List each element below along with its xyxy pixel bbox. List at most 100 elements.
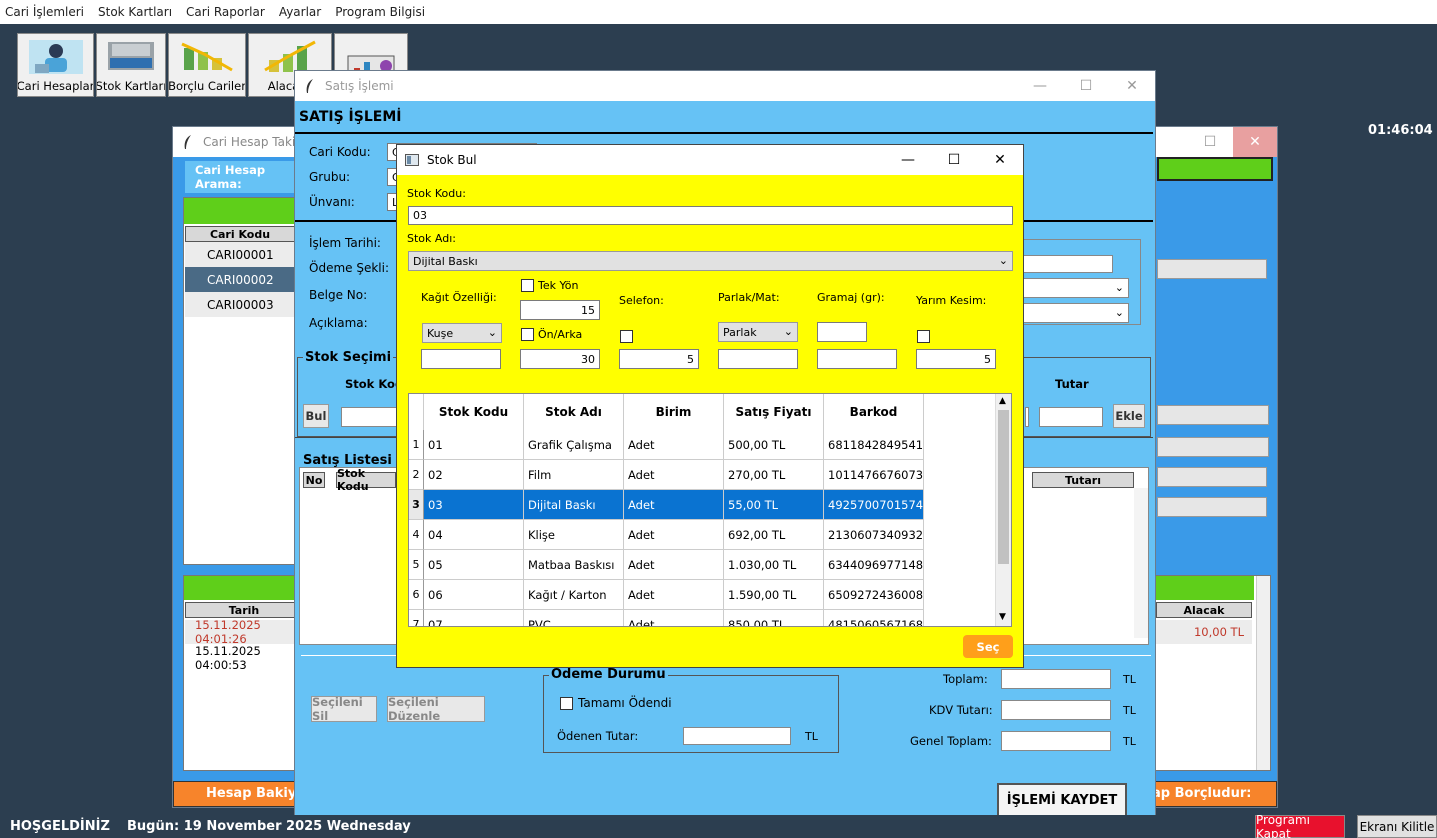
satis-close-button[interactable]: ✕ bbox=[1109, 71, 1155, 101]
stok-bul-maximize-button[interactable]: ☐ bbox=[931, 145, 977, 175]
cari-field-3[interactable] bbox=[1157, 437, 1269, 457]
menu-cari-islemleri[interactable]: Cari İşlemleri bbox=[5, 5, 84, 19]
cari-window-title: Cari Hesap Takip bbox=[203, 135, 303, 149]
parlak-value: Parlak bbox=[723, 325, 757, 339]
balance-left-label: Hesap Bakiye bbox=[206, 786, 306, 801]
stok-adi-select[interactable]: Dijital Baskı ⌄ bbox=[408, 251, 1013, 271]
satis-heading: SATIŞ İŞLEMİ bbox=[299, 109, 402, 125]
cari-row-3[interactable]: CARI00003 bbox=[185, 292, 295, 317]
table-row[interactable]: 6 06 Kağıt / Karton Adet 1.590,00 TL 65092724… bbox=[409, 580, 924, 610]
parlak-input[interactable] bbox=[718, 349, 798, 369]
grid-scroll-thumb[interactable] bbox=[998, 410, 1009, 564]
customer-service-icon bbox=[28, 40, 83, 74]
cari-close-button[interactable]: ✕ bbox=[1233, 127, 1277, 157]
cell-birim: Adet bbox=[624, 550, 724, 580]
cari-field-1[interactable] bbox=[1157, 259, 1267, 279]
grid-header-birim[interactable]: Birim bbox=[624, 394, 724, 430]
table-row[interactable]: 2 02 Film Adet 270,00 TL 1011476676073 bbox=[409, 460, 924, 490]
belge-no-select[interactable]: ⌄ bbox=[1021, 303, 1129, 323]
close-icon: ✕ bbox=[994, 152, 1006, 168]
toplam-input[interactable] bbox=[1001, 669, 1111, 689]
grid-header-stok-kodu[interactable]: Stok Kodu bbox=[424, 394, 524, 430]
kagit-ozelligi-label: Kağıt Özelliği: bbox=[421, 291, 497, 304]
stok-kartlari-label: Stok Kartları bbox=[96, 79, 166, 93]
secileni-sil-button[interactable]: Seçileni Sil bbox=[311, 695, 377, 723]
cari-field-2[interactable] bbox=[1157, 405, 1269, 425]
table-row[interactable]: 5 05 Matbaa Baskısı Adet 1.030,00 TL 63440969… bbox=[409, 550, 924, 580]
satis-listesi-title: Satış Listesi bbox=[303, 453, 392, 468]
tamami-odendi-checkbox[interactable] bbox=[560, 697, 573, 710]
cari-kodu-label: Cari Kodu: bbox=[309, 145, 371, 159]
islem-tarihi-field[interactable] bbox=[1021, 255, 1113, 273]
sec-button[interactable]: Seç bbox=[963, 635, 1013, 658]
cari-hesaplar-button[interactable]: Cari Hesaplar bbox=[17, 33, 94, 97]
menu-program-bilgisi[interactable]: Program Bilgisi bbox=[335, 5, 425, 19]
selefon-checkbox[interactable] bbox=[620, 330, 633, 343]
satis-minimize-button[interactable]: — bbox=[1017, 71, 1063, 101]
grid-header-satis-fiyati[interactable]: Satış Fiyatı bbox=[724, 394, 824, 430]
satis-maximize-button[interactable]: ☐ bbox=[1063, 71, 1109, 101]
menu-cari-raporlar[interactable]: Cari Raporlar bbox=[186, 5, 265, 19]
kagit-select[interactable]: Kuşe ⌄ bbox=[422, 323, 502, 343]
cari-row-2[interactable]: CARI00002 bbox=[185, 267, 295, 292]
cari-row-1[interactable]: CARI00001 bbox=[185, 242, 295, 267]
tarih-header: Tarih bbox=[185, 602, 303, 618]
table-row[interactable]: 4 04 Klişe Adet 692,00 TL 2130607340932 bbox=[409, 520, 924, 550]
odenen-tutar-input[interactable] bbox=[683, 727, 791, 745]
yarim-kesim-checkbox[interactable] bbox=[917, 330, 930, 343]
selefon-input[interactable]: 5 bbox=[619, 349, 699, 369]
on-arka-input[interactable]: 30 bbox=[520, 349, 600, 369]
cari-maximize-button[interactable]: ☐ bbox=[1187, 127, 1233, 157]
stok-kartlari-button[interactable]: Stok Kartları bbox=[96, 33, 166, 97]
islem-tarihi-label: İşlem Tarihi: bbox=[309, 236, 381, 250]
menu-ayarlar[interactable]: Ayarlar bbox=[279, 5, 321, 19]
grid-corner bbox=[409, 394, 424, 430]
stok-adi-label: Stok Adı: bbox=[407, 232, 456, 245]
program-kapat-button[interactable]: Programı Kapat bbox=[1255, 813, 1345, 838]
table-row[interactable]: 3 03 Dijital Baskı Adet 55,00 TL 492570070157… bbox=[409, 490, 924, 520]
cari-field-4[interactable] bbox=[1157, 467, 1267, 487]
table-row[interactable]: 7 07 PVC Adet 850,00 TL 4815060567168 bbox=[409, 610, 924, 626]
stok-mid-input[interactable] bbox=[1025, 407, 1029, 427]
stok-kodu-label: Stok Kodu: bbox=[407, 187, 466, 200]
row-number: 1 bbox=[409, 430, 424, 460]
genel-toplam-input[interactable] bbox=[1001, 731, 1111, 751]
satis-list-scrollbar[interactable] bbox=[1134, 488, 1148, 638]
grid-header-stok-adi[interactable]: Stok Adı bbox=[524, 394, 624, 430]
tutar-input[interactable] bbox=[1039, 407, 1103, 427]
on-arka-checkbox[interactable] bbox=[521, 328, 534, 341]
borclu-cariler-button[interactable]: Borçlu Cariler bbox=[168, 33, 246, 97]
table-row[interactable]: 1 01 Grafik Çalışma Adet 500,00 TL 6811842849… bbox=[409, 430, 924, 460]
storage-icon bbox=[108, 42, 154, 70]
history-date-1[interactable]: 15.11.2025 04:01:26 bbox=[185, 618, 303, 646]
tek-yon-checkbox[interactable] bbox=[521, 279, 534, 292]
window-app-icon bbox=[405, 154, 419, 166]
odeme-sekli-select[interactable]: ⌄ bbox=[1021, 278, 1129, 298]
stok-kodu-search-input[interactable]: 03 bbox=[408, 206, 1013, 225]
ekrani-kilitle-button[interactable]: Ekranı Kilitle bbox=[1357, 815, 1437, 838]
grid-scrollbar[interactable]: ▲ ▼ bbox=[995, 394, 1011, 626]
ekle-button[interactable]: Ekle bbox=[1113, 404, 1145, 428]
gramaj-input[interactable] bbox=[817, 322, 867, 342]
islemi-kaydet-button[interactable]: İŞLEMİ KAYDET bbox=[997, 783, 1127, 817]
odeme-sekli-label: Ödeme Şekli: bbox=[309, 261, 389, 275]
stok-bul-close-button[interactable]: ✕ bbox=[977, 145, 1023, 175]
history-date-2[interactable]: 15.11.2025 04:00:53 bbox=[185, 644, 303, 672]
cari-field-5[interactable] bbox=[1157, 497, 1267, 517]
secileni-duzenle-button[interactable]: Seçileni Düzenle bbox=[387, 695, 485, 723]
parlak-select[interactable]: Parlak ⌄ bbox=[718, 322, 798, 342]
gramaj-input-2[interactable] bbox=[817, 349, 897, 369]
stok-grid: Stok Kodu Stok Adı Birim Satış Fiyatı Ba… bbox=[408, 393, 1012, 627]
yarim-kesim-input[interactable]: 5 bbox=[916, 349, 996, 369]
kagit-input[interactable] bbox=[421, 349, 501, 369]
stok-bul-minimize-button[interactable]: — bbox=[885, 145, 931, 175]
history-scrollbar[interactable] bbox=[1256, 576, 1270, 770]
menu-stok-kartlari[interactable]: Stok Kartları bbox=[98, 5, 172, 19]
grid-header-barkod[interactable]: Barkod bbox=[824, 394, 924, 430]
tek-yon-input[interactable]: 15 bbox=[520, 300, 600, 320]
kdv-input[interactable] bbox=[1001, 700, 1111, 720]
cell-birim: Adet bbox=[624, 580, 724, 610]
satis-window-title: Satış İşlemi bbox=[325, 79, 394, 93]
stok-kodu-input[interactable] bbox=[341, 407, 401, 427]
bul-button[interactable]: Bul bbox=[303, 404, 329, 428]
